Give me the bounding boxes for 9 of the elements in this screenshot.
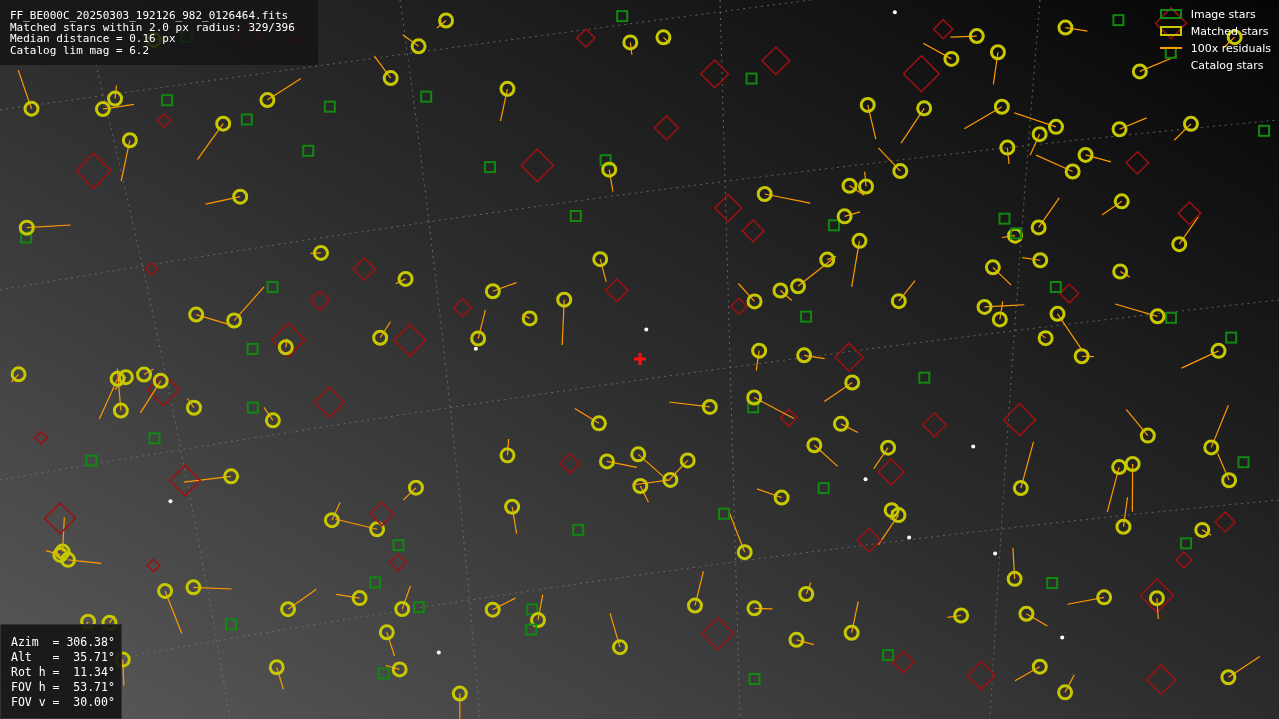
info-text: Matched stars within 2.0 px radius: 329/396: [10, 21, 296, 33]
info-text: Catalog lim mag = 6.2: [10, 44, 151, 56]
info-text: Median distance = 0.16 px: [10, 33, 176, 45]
legend-label: Catalog stars: [1190, 58, 1264, 72]
legend-label: Matched stars: [1190, 24, 1269, 38]
info-text: FF_BE000C_20250303_192126_982_0126464.fits: [10, 10, 290, 22]
center-cross-icon: [634, 353, 646, 365]
legend-label: 100x residuals: [1190, 41, 1271, 55]
legend-label: Image stars: [1190, 7, 1256, 21]
